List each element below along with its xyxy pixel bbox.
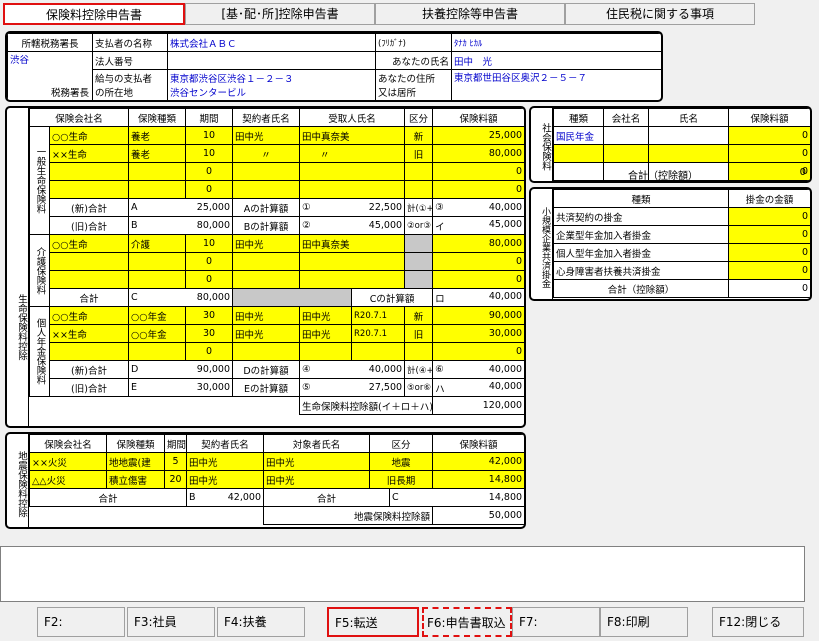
payer-addr-value[interactable]: 東京都渋谷区渋谷１－２－３ 渋谷センタービル — [167, 69, 376, 100]
life-total-value: 120,000 — [432, 396, 524, 415]
care-ro-cell: ロ 40,000 — [432, 288, 524, 307]
small-side-label: 小規模企業共済掛金 — [531, 189, 553, 299]
social-row[interactable]: 0 — [553, 144, 810, 163]
addr-label: あなたの住所 又は居所 — [375, 69, 452, 100]
f3-employee-button[interactable]: F3:社員 — [127, 607, 215, 637]
name-label: あなたの氏名 — [375, 51, 452, 70]
tab-bar: 保険料控除申告書 [基･配･所]控除申告書 扶養控除等申告書 住民税に関する事項 — [0, 0, 819, 27]
general-row[interactable]: 0 0 — [30, 162, 524, 181]
small-row[interactable]: 心身障害者扶養共済掛金 0 — [553, 261, 810, 280]
care-row[interactable]: 0 0 — [30, 252, 524, 271]
f2-button[interactable]: F2: — [37, 607, 125, 637]
life-insurance-panel: 生命保険料控除 保険会社名 保険種類 期間 契約者氏名 受取人氏名 区分 保険料… — [5, 106, 526, 428]
earthquake-panel: 地震保険料控除 保険会社名 保険種類 期間 契約者氏名 対象者氏名 区分 保険料… — [5, 432, 526, 529]
kana-value[interactable]: ﾀﾅｶ ﾋｶﾙ — [451, 33, 661, 52]
quake-row[interactable]: △△火災 積立傷害 20 田中光 田中光 旧長期 14,800 — [29, 470, 524, 489]
pension-row[interactable]: ××生命 ○○年金 30 田中光 田中光 R20.7.1 旧 30,000 — [30, 324, 524, 343]
small-total-value: 0 — [728, 279, 810, 298]
general-row[interactable]: 0 0 — [30, 180, 524, 199]
corp-no-value[interactable] — [167, 51, 376, 70]
name-value[interactable]: 田中 光 — [451, 51, 661, 70]
small-header-row: 種類 掛金の金額 — [553, 189, 810, 208]
small-total-row: 合計（控除額） 0 — [553, 279, 810, 298]
pension-ha-cell: ハ 40,000 — [432, 378, 524, 397]
pension-side-label: 個人年金保険料 — [29, 306, 50, 397]
kana-label: (ﾌﾘｶﾞﾅ) — [375, 33, 452, 52]
header-panel: 所轄税務署長 支払者の名称 株式会社ＡＢＣ (ﾌﾘｶﾞﾅ) ﾀﾅｶ ﾋｶﾙ 渋谷… — [5, 31, 663, 102]
general-i-cell: イ 45,000 — [432, 216, 524, 235]
payer-name-value[interactable]: 株式会社ＡＢＣ — [167, 33, 376, 52]
general-row[interactable]: ××生命 養老 10 〃 〃 旧 80,000 — [30, 144, 524, 163]
general-row[interactable]: 一般生命保険料 ○○生命 養老 10 田中光 田中真奈美 新 25,000 — [29, 126, 524, 235]
quake-side-label: 地震保険料控除 — [7, 434, 29, 527]
life-side-label: 生命保険料控除 — [7, 108, 29, 426]
social-side-label: 社会保険料 — [531, 108, 553, 181]
care-total-row: 合計 C 80,000 Cの計算額 ロ 40,000 — [30, 288, 524, 307]
tab-insurance-deduction[interactable]: 保険料控除申告書 — [3, 3, 185, 25]
general-side-label: 一般生命保険料 — [29, 126, 50, 235]
social-total-row: 合計（控除額） 0 — [628, 167, 806, 182]
payer-addr-label: 給与の支払者 の所在地 — [92, 69, 168, 100]
payer-name-label: 支払者の名称 — [92, 33, 168, 52]
f5-transfer-button[interactable]: F5:転送 — [327, 607, 419, 637]
quake-row[interactable]: ××火災 地地震(建 5 田中光 田中光 地震 42,000 — [29, 452, 524, 471]
care-row[interactable]: 0 0 — [30, 270, 524, 289]
small-business-panel: 小規模企業共済掛金 種類 掛金の金額 共済契約の掛金 0 企業型年金加入者掛金 0 個… — [529, 187, 812, 301]
addr-value[interactable]: 東京都世田谷区奥沢２－５－７ — [451, 69, 661, 100]
social-total-value: 0 — [799, 167, 806, 178]
small-row[interactable]: 共済契約の掛金 0 — [553, 207, 810, 226]
f7-button[interactable]: F7: — [512, 607, 600, 637]
quake-header-row: 保険会社名 保険種類 期間 契約者氏名 対象者氏名 区分 保険料額 — [29, 434, 524, 453]
quake-sum-row: 合計 B 42,000 合計 C 14,800 — [29, 488, 524, 507]
social-row[interactable]: 国民年金 0 — [553, 126, 810, 145]
life-header-row: 保険会社名 保険種類 期間 契約者氏名 受取人氏名 区分 保険料額 — [28, 108, 524, 127]
small-row[interactable]: 企業型年金加入者掛金 0 — [553, 225, 810, 244]
tab-resident-tax[interactable]: 住民税に関する事項 — [565, 3, 755, 25]
message-area — [0, 546, 805, 602]
quake-total-value: 50,000 — [432, 506, 524, 525]
f12-close-button[interactable]: F12:閉じる — [712, 607, 804, 637]
general-c3-cell: ③ 40,000 — [432, 198, 524, 217]
pension-c6-cell: ⑥ 40,000 — [432, 360, 524, 379]
pension-row[interactable]: 個人年金保険料 ○○生命 ○○年金 30 田中光 田中光 R20.7.1 新 9… — [29, 306, 524, 397]
tax-office-suffix: 税務署長 — [50, 88, 89, 99]
tax-office-cell[interactable]: 渋谷 税務署長 — [7, 51, 93, 100]
social-header-row: 種類 会社名 氏名 保険料額 — [553, 108, 810, 127]
pension-old-total-row: (旧)合計 E 30,000 Eの計算額 ⑤ 27,500 ⑤or⑥ ハ 40,0… — [30, 378, 524, 397]
tab-dependent-deduction[interactable]: 扶養控除等申告書 — [375, 3, 565, 25]
f6-import-button[interactable]: F6:申告書取込 — [422, 607, 512, 637]
pension-new-total-row: (新)合計 D 90,000 Dの計算額 ④ 40,000 計(④+⑤) ⑥40… — [30, 360, 524, 379]
general-new-total-row: (新)合計 A 25,000 Aの計算額 ① 22,500 計(①+②) ③40… — [30, 198, 524, 217]
corp-no-label: 法人番号 — [92, 51, 168, 70]
pension-row[interactable]: 0 0 — [30, 342, 524, 361]
quake-total-row: 地震保険料控除額 50,000 — [29, 506, 524, 525]
general-old-total-row: (旧)合計 B 80,000 Bの計算額 ② 45,000 ②or③ イ 45,0… — [30, 216, 524, 235]
tax-office-label: 所轄税務署長 — [7, 33, 93, 52]
f8-print-button[interactable]: F8:印刷 — [600, 607, 688, 637]
care-side-label: 介護保険料 — [29, 234, 50, 307]
life-total-row: 生命保険料控除額(イ＋ロ＋ハ) 120,000 — [29, 396, 524, 415]
social-insurance-panel: 社会保険料 種類 会社名 氏名 保険料額 国民年金 0 0 0 合計（控除額） 0 — [529, 106, 812, 183]
care-row[interactable]: 介護保険料 ○○生命 介護 10 田中光 田中真奈美 80,000 — [29, 234, 524, 307]
tab-basic-spouse-deduction[interactable]: [基･配･所]控除申告書 — [185, 3, 375, 25]
small-row[interactable]: 個人型年金加入者掛金 0 — [553, 243, 810, 262]
tax-office-value: 渋谷 — [10, 55, 30, 66]
f4-dependent-button[interactable]: F4:扶養 — [217, 607, 305, 637]
